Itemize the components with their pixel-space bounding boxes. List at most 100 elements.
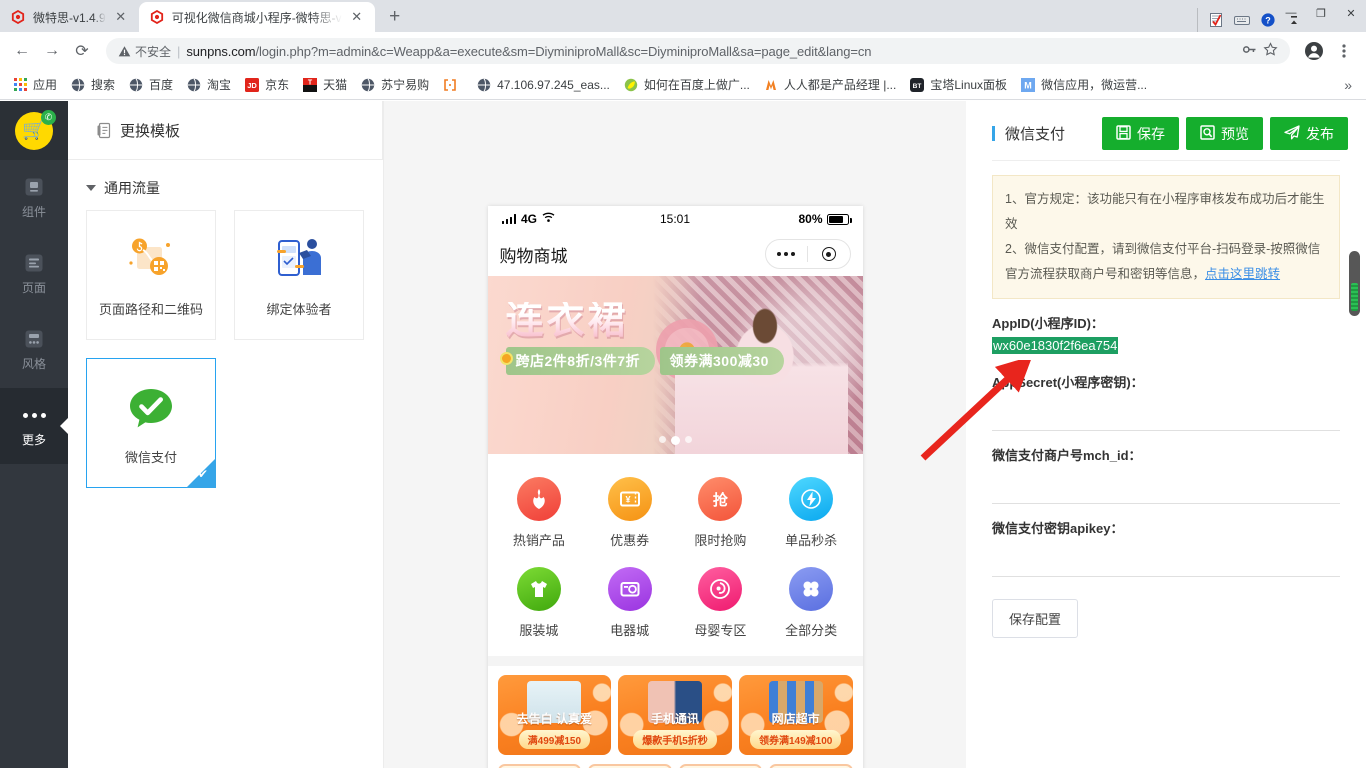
bookmark-jd[interactable]: JD 京东 bbox=[238, 73, 295, 96]
minimize-button[interactable]: — bbox=[1276, 0, 1306, 26]
woshipm-icon bbox=[763, 77, 779, 93]
bookmark-taobao[interactable]: 淘宝 bbox=[180, 73, 237, 96]
security-status[interactable]: 不安全 bbox=[118, 43, 171, 60]
promo-small-row bbox=[487, 764, 863, 768]
module-card-label: 绑定体验者 bbox=[266, 301, 332, 317]
module-card-grid: 页面路径和二维码 绑定体验者 微信支付 ✔ bbox=[86, 210, 365, 488]
preview-button[interactable]: 预览 bbox=[1186, 117, 1263, 150]
banner-dot[interactable] bbox=[684, 436, 692, 443]
close-icon[interactable]: ✕ bbox=[113, 9, 129, 25]
bookmark-bt-panel[interactable]: BT 宝塔Linux面板 bbox=[903, 73, 1013, 96]
change-template-button[interactable]: 更换模板 bbox=[68, 101, 383, 160]
bookmark-label: 百度 bbox=[149, 78, 174, 92]
module-card-wechat-pay[interactable]: 微信支付 bbox=[86, 358, 216, 488]
promo-small-card[interactable] bbox=[588, 764, 672, 768]
globe-icon bbox=[476, 77, 492, 93]
sidebar-item-components[interactable]: 组件 bbox=[0, 160, 68, 236]
component-panel: 更换模板 通用流量 页面路径和二维码 绑定体验者 微信支付 ✔ bbox=[68, 101, 384, 768]
save-floppy-icon bbox=[1116, 124, 1131, 143]
save-config-button[interactable]: 保存配置 bbox=[992, 599, 1079, 638]
bookmarks-overflow-button[interactable]: » bbox=[1336, 77, 1360, 93]
url-text: sunpns.com/login.php?m=admin&c=Weapp&a=e… bbox=[186, 44, 1236, 59]
bookmark-suning[interactable]: 苏宁易购 bbox=[354, 73, 435, 96]
bookmark-label: 搜索 bbox=[91, 78, 116, 92]
category-item-flash-deal[interactable]: 抢 限时抢购 bbox=[675, 468, 766, 558]
properties-title-label: 微信支付 bbox=[1005, 126, 1066, 143]
publish-button[interactable]: 发布 bbox=[1270, 117, 1348, 150]
maximize-button[interactable]: ❐ bbox=[1306, 0, 1336, 26]
bookmark-search[interactable]: 搜索 bbox=[64, 73, 121, 96]
promo-small-card[interactable] bbox=[769, 764, 853, 768]
vertical-scrollbar[interactable] bbox=[1349, 251, 1360, 316]
bookmark-label: 47.106.97.245_eas... bbox=[497, 77, 610, 92]
appid-label: AppID(小程序ID)： bbox=[992, 316, 1104, 331]
banner-dot-active[interactable] bbox=[670, 436, 680, 445]
reload-icon[interactable]: ⟳ bbox=[68, 37, 96, 65]
profile-avatar-icon[interactable] bbox=[1300, 37, 1328, 65]
keyboard-icon[interactable] bbox=[1230, 9, 1254, 31]
notepad-icon[interactable] bbox=[1204, 9, 1228, 31]
sidebar-item-style[interactable]: 风格 bbox=[0, 312, 68, 388]
module-card-bind-tester[interactable]: 绑定体验者 bbox=[234, 210, 364, 340]
tab-strip: 微特思-v1.4.9 ✕ 可视化微信商城小程序-微特思-v ✕ + ? — ❐ … bbox=[0, 0, 1366, 32]
forward-icon[interactable]: → bbox=[38, 37, 66, 65]
promo-small-card[interactable] bbox=[678, 764, 762, 768]
category-item-seckill[interactable]: 单品秒杀 bbox=[766, 468, 857, 558]
category-item-clothing[interactable]: 服装城 bbox=[494, 558, 585, 648]
coupon-icon: ¥ bbox=[607, 477, 652, 521]
promo-card[interactable]: 去告白 认真爱 满499减150 bbox=[497, 675, 612, 755]
module-card-label: 页面路径和二维码 bbox=[98, 301, 203, 317]
promo-card[interactable]: 网店超市 领券满149减100 bbox=[738, 675, 853, 755]
category-item-all-categories[interactable]: 全部分类 bbox=[766, 558, 857, 648]
appsecret-input[interactable] bbox=[992, 391, 1340, 431]
wechat-capsule[interactable] bbox=[764, 239, 851, 269]
sidebar-item-pages[interactable]: 页面 bbox=[0, 236, 68, 312]
capsule-dots-icon[interactable] bbox=[766, 252, 808, 256]
bookmark-bracket[interactable] bbox=[436, 74, 469, 96]
promo-card[interactable]: 手机通讯 爆款手机5折秒 bbox=[618, 675, 732, 755]
category-item-mother-baby[interactable]: 母婴专区 bbox=[675, 558, 766, 648]
banner-dot[interactable] bbox=[658, 436, 666, 443]
star-icon[interactable] bbox=[1263, 42, 1278, 60]
bookmark-apps[interactable]: 应用 bbox=[6, 73, 63, 96]
group-header-general-traffic[interactable]: 通用流量 bbox=[86, 178, 365, 198]
sidebar-item-more[interactable]: 更多 bbox=[0, 388, 68, 464]
apikey-input[interactable] bbox=[992, 537, 1340, 577]
promo-small-card[interactable] bbox=[497, 764, 581, 768]
banner-pagination-dots[interactable] bbox=[488, 436, 863, 445]
close-window-button[interactable]: ✕ bbox=[1336, 0, 1366, 26]
template-icon bbox=[96, 122, 112, 139]
bookmark-woshipm[interactable]: 人人都是产品经理 |... bbox=[757, 73, 902, 96]
bookmark-ip-host[interactable]: 47.106.97.245_eas... bbox=[470, 74, 616, 96]
notice-link[interactable]: 点击这里跳转 bbox=[1205, 267, 1280, 281]
three-dot-menu-icon[interactable] bbox=[1330, 37, 1358, 65]
capsule-target-icon[interactable] bbox=[808, 247, 850, 261]
banner-headline: 连衣裙 bbox=[506, 302, 784, 340]
hero-banner[interactable]: 连衣裙 跨店2件8折/3件7折 领券满300减30 bbox=[487, 276, 863, 454]
module-card-page-path-qrcode[interactable]: 页面路径和二维码 bbox=[86, 210, 216, 340]
category-item-hot-products[interactable]: 热销产品 bbox=[494, 468, 585, 558]
close-icon[interactable]: ✕ bbox=[349, 9, 365, 25]
status-time: 15:01 bbox=[659, 212, 691, 226]
preview-button-label: 预览 bbox=[1221, 125, 1249, 142]
browser-tab-1[interactable]: 微特思-v1.4.9 ✕ bbox=[0, 2, 139, 32]
category-item-appliances[interactable]: 电器城 bbox=[584, 558, 675, 648]
mchid-input[interactable] bbox=[992, 464, 1340, 504]
category-item-coupon[interactable]: ¥ 优惠券 bbox=[584, 468, 675, 558]
save-button[interactable]: 保存 bbox=[1102, 117, 1179, 150]
bookmark-tmall[interactable]: T 天猫 bbox=[296, 73, 353, 96]
signal-bars-icon bbox=[501, 214, 516, 224]
battery-icon bbox=[826, 213, 852, 225]
bookmark-baidu-ads[interactable]: 如何在百度上做广... bbox=[617, 73, 756, 96]
new-tab-button[interactable]: + bbox=[381, 3, 409, 31]
key-icon[interactable] bbox=[1242, 42, 1257, 60]
browser-tab-2[interactable]: 可视化微信商城小程序-微特思-v ✕ bbox=[138, 2, 375, 32]
back-icon[interactable]: ← bbox=[8, 37, 36, 65]
appid-input[interactable]: wx60e1830f2f6ea754 bbox=[992, 332, 1340, 358]
address-bar[interactable]: 不安全 | sunpns.com/login.php?m=admin&c=Wea… bbox=[106, 38, 1290, 64]
category-row-1: 热销产品 ¥ 优惠券 抢 限时抢购 单品秒杀 bbox=[494, 468, 857, 558]
bookmark-baidu[interactable]: 百度 bbox=[122, 73, 179, 96]
bookmark-weixin-apps[interactable]: M 微信应用，微运营... bbox=[1014, 73, 1153, 96]
apps-grid-icon bbox=[12, 77, 28, 93]
app-logo[interactable]: 🛒 ✆ bbox=[0, 101, 68, 160]
